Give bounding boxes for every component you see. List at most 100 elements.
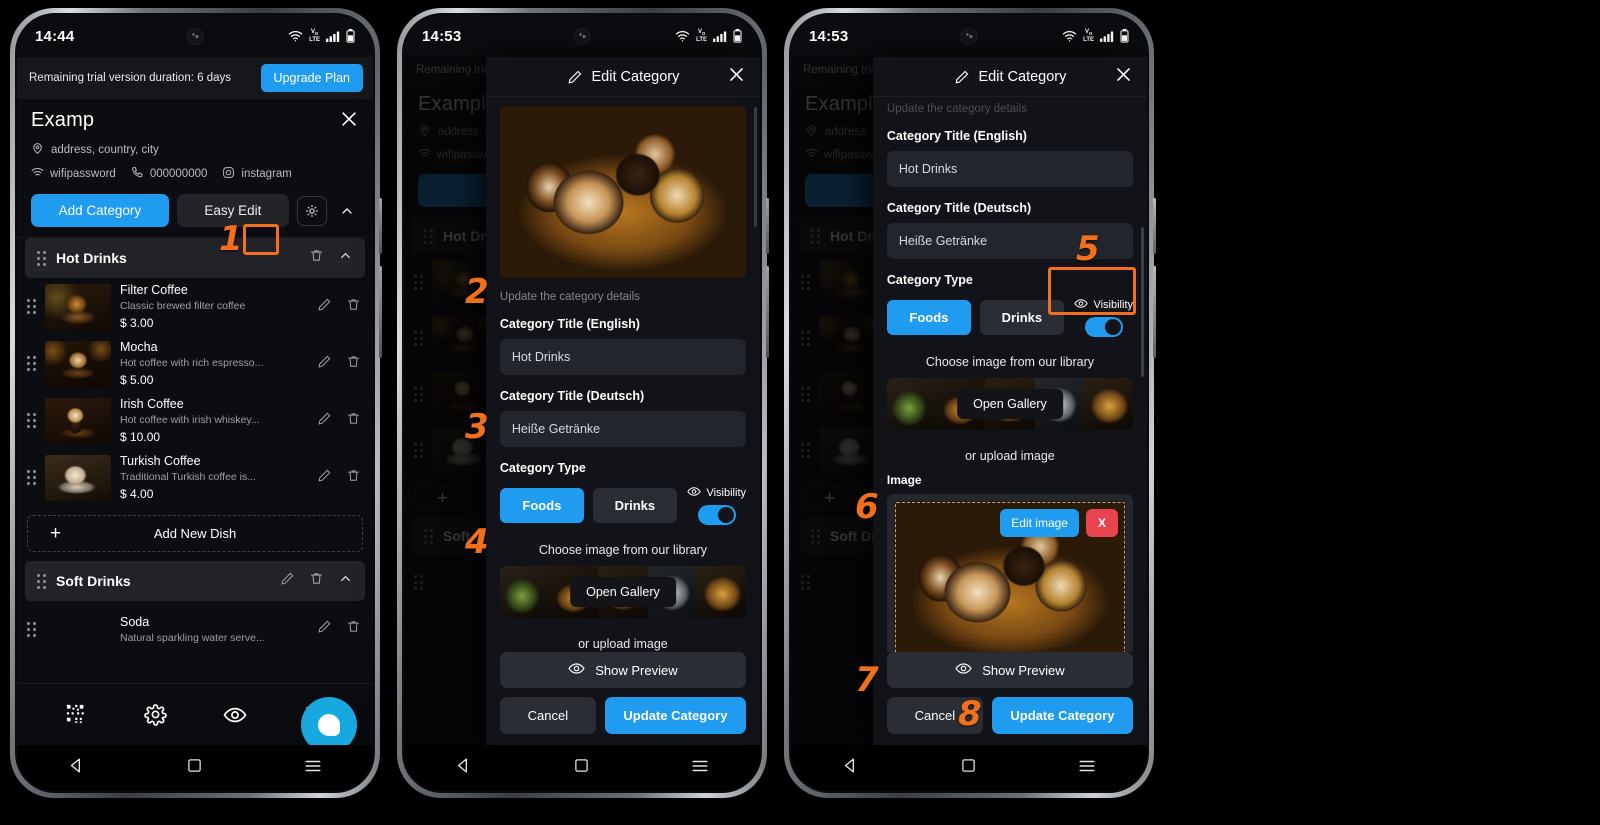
english-title-input[interactable]: Hot Drinks [886,151,1133,187]
category-header-soft-drinks[interactable]: Soft Drinks [25,561,365,601]
dish-thumbnail [45,454,111,501]
cancel-button[interactable]: Cancel [499,697,596,734]
marker-3: 3 [465,407,489,447]
remove-image-button[interactable]: X [1085,509,1118,537]
drag-handle-icon[interactable] [37,573,46,589]
deutsch-title-input[interactable]: Heiße Getränke [499,411,746,447]
phone-1-screen: 14:44 Vo LTE Remaining trial version dur… [17,15,373,791]
list-item[interactable]: Soda Natural sparkling water serve... [17,601,373,657]
status-icons: Vo LTE [288,29,355,43]
dish-description: Traditional Turkish coffee is... [120,471,256,483]
recents-icon[interactable] [1078,758,1096,779]
english-title-input[interactable]: Hot Drinks [499,339,746,375]
marker-7: 7 [855,660,879,700]
close-icon[interactable] [1114,65,1133,89]
edit-dish-icon[interactable] [317,297,332,317]
edit-dish-icon[interactable] [317,411,332,431]
back-icon[interactable] [68,757,85,779]
delete-dish-icon[interactable] [346,468,361,488]
drag-handle-icon[interactable] [37,250,46,266]
dish-thumbnail [45,283,111,330]
phone-3-volume-button [1153,266,1156,358]
close-icon[interactable] [339,109,359,134]
open-gallery-button[interactable]: Open Gallery [957,389,1063,419]
edit-dish-icon[interactable] [317,468,332,488]
segment-foods[interactable]: Foods [499,488,584,523]
recents-icon[interactable] [691,758,709,779]
show-preview-button[interactable]: Show Preview [499,652,746,688]
back-icon[interactable] [842,757,859,779]
add-new-dish-label: Add New Dish [153,526,237,541]
qr-code-icon[interactable] [37,704,116,726]
marker-4: 4 [465,522,489,562]
dialog-body[interactable]: Update the category details Category Tit… [873,97,1147,652]
gallery-strip[interactable]: Open Gallery [886,378,1133,430]
segment-foods[interactable]: Foods [886,300,971,335]
drag-handle-icon[interactable] [27,621,36,637]
category-header-hot-drinks[interactable]: Hot Drinks [25,238,365,278]
eye-icon[interactable] [195,706,274,724]
delete-dish-icon[interactable] [346,411,361,431]
list-item[interactable]: Filter Coffee Classic brewed filter coff… [17,278,373,335]
pencil-icon [567,69,583,85]
marker-5: 5 [1076,229,1100,269]
home-icon[interactable] [961,758,976,778]
brightness-icon[interactable] [297,195,327,226]
drag-handle-icon[interactable] [27,413,36,428]
wifi-password-text: wifipassword [50,168,116,180]
show-preview-button[interactable]: Show Preview [886,652,1133,688]
add-new-dish-button[interactable]: + Add New Dish [27,515,363,552]
dish-name: Turkish Coffee [120,454,201,468]
dish-description: Hot coffee with rich espresso... [120,357,264,369]
edit-dish-icon[interactable] [317,619,332,639]
collapse-header-icon[interactable] [335,203,359,219]
visibility-toggle[interactable] [697,505,736,525]
collapse-category-icon[interactable] [338,571,353,591]
home-icon[interactable] [574,758,589,778]
instagram-icon [222,166,235,182]
list-item[interactable]: Turkish Coffee Traditional Turkish coffe… [17,449,373,506]
visibility-control: Visibility [687,486,746,525]
dialog-body[interactable]: Update the category details Category Tit… [486,97,760,652]
recents-icon[interactable] [304,758,322,779]
upgrade-plan-button[interactable]: Upgrade Plan [260,64,363,92]
add-category-button[interactable]: Add Category [31,194,169,227]
gallery-strip[interactable]: Open Gallery [499,566,746,618]
list-item[interactable]: Irish Coffee Hot coffee with irish whisk… [17,392,373,449]
back-icon[interactable] [455,757,472,779]
gear-icon[interactable] [116,703,195,726]
camera-punch-hole [186,28,204,45]
drag-handle-icon[interactable] [27,356,36,371]
update-category-button[interactable]: Update Category [991,697,1133,734]
status-bar: 14:44 Vo LTE [17,15,373,57]
update-category-button[interactable]: Update Category [604,697,746,734]
header-actions: Add Category Easy Edit [31,194,359,227]
edit-category-icon[interactable] [280,571,295,591]
marker-2: 2 [465,272,489,312]
delete-dish-icon[interactable] [346,354,361,374]
drag-handle-icon[interactable] [27,299,36,314]
edit-category-icon[interactable] [277,249,295,267]
open-gallery-button[interactable]: Open Gallery [570,577,676,607]
delete-dish-icon[interactable] [346,619,361,639]
delete-category-icon[interactable] [309,571,324,591]
delete-category-icon[interactable] [309,248,324,268]
list-item[interactable]: Mocha Hot coffee with rich espresso... $… [17,335,373,392]
phone-2: 14:53 VoLTE Remaining trial version dura… [397,8,769,798]
uploaded-image: Edit image X [893,501,1126,652]
chat-bubble-icon [318,714,340,736]
visibility-toggle[interactable] [1084,317,1123,337]
close-icon[interactable] [727,65,746,89]
contact-row: wifipassword 000000000 instagram [31,166,359,182]
delete-dish-icon[interactable] [346,297,361,317]
android-nav-bar [17,745,373,791]
collapse-category-icon[interactable] [338,248,353,268]
edit-image-button[interactable]: Edit image [1000,509,1079,537]
signal-icon [713,31,727,42]
visibility-label: Visibility [706,487,746,499]
drag-handle-icon[interactable] [27,470,36,485]
android-nav-bar [404,745,760,791]
segment-drinks[interactable]: Drinks [592,488,677,523]
edit-dish-icon[interactable] [317,354,332,374]
home-icon[interactable] [187,758,202,778]
